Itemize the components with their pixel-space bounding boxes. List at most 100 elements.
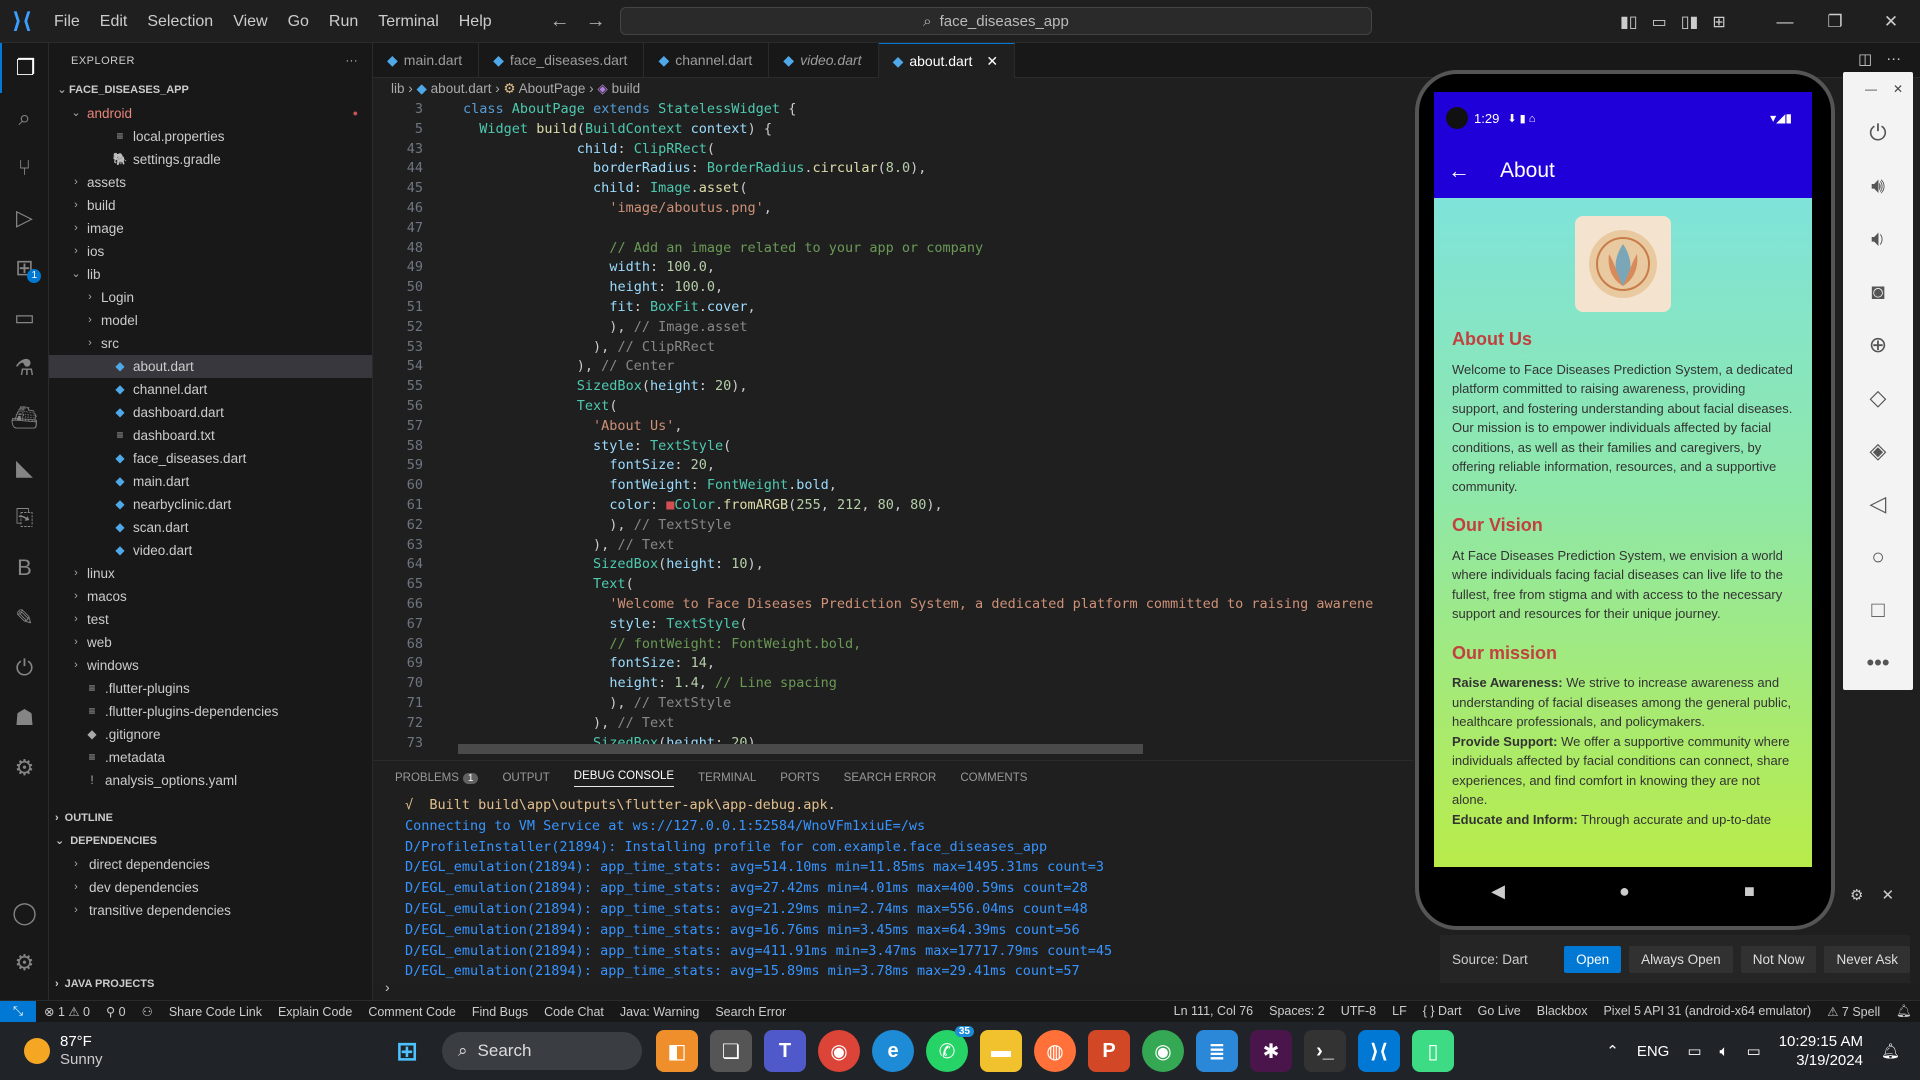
breadcrumb-lib[interactable]: lib [391, 81, 405, 96]
settings-gear-icon[interactable]: ⚙ [0, 938, 49, 988]
chat-icon[interactable]: ✎ [0, 593, 49, 643]
tree-item[interactable]: › model [49, 309, 372, 332]
emulator-screen[interactable]: 1:29 ⬇ ▮ ⌂ ▾◢▮ ← About About Us Welcome … [1434, 92, 1812, 867]
status-item[interactable]: Find Bugs [464, 1005, 536, 1019]
docker-icon[interactable]: ⛴ [0, 393, 49, 443]
status-item[interactable]: Comment Code [360, 1005, 464, 1019]
more-options-icon[interactable]: ••• [1843, 636, 1913, 689]
more-actions-icon[interactable]: ··· [346, 43, 359, 79]
breadcrumb-file[interactable]: about.dart [431, 81, 492, 96]
menu-item-terminal[interactable]: Terminal [368, 0, 448, 43]
tree-item[interactable]: ◆ dashboard.dart [49, 401, 372, 424]
powerpoint-icon[interactable]: P [1088, 1030, 1130, 1072]
tree-item[interactable]: › build [49, 194, 372, 217]
tree-item[interactable]: ◆ nearbyclinic.dart [49, 493, 372, 516]
status-item[interactable]: Go Live [1470, 1004, 1529, 1019]
notepad-icon[interactable]: ≣ [1196, 1030, 1238, 1072]
status-item[interactable]: Blackbox [1529, 1004, 1596, 1019]
console-input-prompt-icon[interactable]: › [385, 979, 390, 995]
volume-up-icon[interactable]: 🔊︎ [1843, 159, 1913, 212]
toggle-sidebar-icon[interactable]: ▮▯ [1620, 12, 1638, 32]
nav-back-icon[interactable]: ◀ [1491, 881, 1505, 902]
flutter-icon[interactable]: ◣ [0, 443, 49, 493]
emulator-close-icon[interactable]: ✕ [1893, 82, 1903, 96]
notifications-bell-icon[interactable]: 🔔︎ [1888, 1004, 1920, 1019]
breadcrumb-class[interactable]: AboutPage [519, 81, 586, 96]
dependencies-section[interactable]: ⌄ DEPENDENCIES [49, 830, 372, 853]
back-arrow-icon[interactable]: ← [1448, 158, 1470, 184]
forward-arrow-icon[interactable]: → [578, 10, 614, 33]
tree-item[interactable]: ◆ main.dart [49, 470, 372, 493]
taskbar-search[interactable]: ⌕ Search [442, 1032, 642, 1070]
panel-tab-ports[interactable]: PORTS [780, 772, 819, 784]
not-now-button[interactable]: Not Now [1740, 945, 1817, 973]
status-item[interactable]: Ln 111, Col 76 [1166, 1004, 1261, 1019]
tree-item[interactable]: ≡ .metadata [49, 746, 372, 769]
chrome-icon[interactable]: ◉ [818, 1030, 860, 1072]
status-item[interactable]: UTF-8 [1333, 1004, 1384, 1019]
extensions-icon[interactable]: ⊞ 1 [0, 243, 49, 293]
tab-video-dart[interactable]: ◆ video.dart [769, 43, 879, 78]
zoom-icon[interactable]: ⊕ [1843, 318, 1913, 371]
windows-start-icon[interactable]: ⊞ [386, 1030, 428, 1072]
tab-about-dart[interactable]: ◆ about.dart ✕ [878, 43, 1016, 78]
tree-item[interactable]: ! analysis_options.yaml [49, 769, 372, 792]
command-center[interactable]: ⌕ face_diseases_app [620, 7, 1372, 35]
open-button[interactable]: Open [1564, 945, 1622, 973]
menu-item-view[interactable]: View [223, 0, 277, 43]
tree-item[interactable]: › ios [49, 240, 372, 263]
tree-item[interactable]: ◆ face_diseases.dart [49, 447, 372, 470]
close-window-button[interactable]: ✕ [1866, 0, 1916, 43]
back-triangle-icon[interactable]: ◁ [1843, 477, 1913, 530]
explorer-icon[interactable]: ❐ [0, 43, 49, 93]
volume-icon[interactable]: 🔈︎ [1720, 1043, 1729, 1060]
problems-status[interactable]: ⊗ 1 ⚠ 0 [36, 1004, 98, 1019]
ports-status[interactable]: ⚲ 0 [98, 1004, 134, 1019]
camera-icon[interactable]: ◙ [1843, 265, 1913, 318]
emulator-minimize-icon[interactable]: — [1865, 82, 1877, 96]
tree-item[interactable]: 🐘 settings.gradle [49, 148, 372, 171]
toggle-secondary-sidebar-icon[interactable]: ▯▮ [1681, 12, 1699, 32]
office-icon[interactable]: ◧ [656, 1030, 698, 1072]
menu-item-help[interactable]: Help [449, 0, 502, 43]
status-item[interactable]: Code Chat [536, 1005, 612, 1019]
search-icon[interactable]: ⌕ [0, 93, 49, 143]
accounts-icon[interactable]: ⚇ [134, 1004, 161, 1019]
tab-face_diseases-dart[interactable]: ◆ face_diseases.dart [479, 43, 645, 78]
panel-tab-debug-console[interactable]: DEBUG CONSOLE [573, 770, 675, 787]
battery-icon[interactable]: ▭ [1747, 1042, 1761, 1060]
tab-channel-dart[interactable]: ◆ channel.dart [644, 43, 770, 78]
close-icon[interactable]: ✕ [1881, 886, 1894, 904]
tree-item[interactable]: › web [49, 631, 372, 654]
customize-layout-icon[interactable]: ⊞ [1712, 12, 1725, 32]
workspace-root[interactable]: ⌄ FACE_DISEASES_APP [49, 79, 372, 102]
tree-item[interactable]: › src [49, 332, 372, 355]
file-explorer-icon[interactable]: ▬ [980, 1030, 1022, 1072]
whatsapp-icon[interactable]: ✆ 35 [926, 1026, 974, 1072]
chrome-profile-icon[interactable]: ◉ [1142, 1030, 1184, 1072]
tree-item[interactable]: › linux [49, 562, 372, 585]
weather-widget[interactable]: 87°F Sunny [0, 1033, 300, 1069]
source-control-icon[interactable]: ⑂ [0, 143, 49, 193]
status-item[interactable]: Java: Warning [612, 1005, 707, 1019]
copilot-icon[interactable]: ⎘ [0, 493, 49, 543]
panel-tab-problems[interactable]: PROBLEMS 1 [395, 772, 479, 784]
never-ask-button[interactable]: Never Ask [1824, 945, 1910, 973]
tree-item[interactable]: ≡ .flutter-plugins [49, 677, 372, 700]
tree-item[interactable]: ◆ channel.dart [49, 378, 372, 401]
debug-console-output[interactable]: √ Built build\app\outputs\flutter-apk\ap… [373, 795, 1413, 982]
menu-item-selection[interactable]: Selection [137, 0, 223, 43]
run-debug-icon[interactable]: ▷ [0, 193, 49, 243]
android-icon[interactable]: ☗ [0, 693, 49, 743]
dependency-item[interactable]: › direct dependencies [49, 853, 372, 876]
breadcrumb-method[interactable]: build [612, 81, 641, 96]
status-item[interactable]: Spaces: 2 [1261, 1004, 1333, 1019]
rotate-right-icon[interactable]: ◈ [1843, 424, 1913, 477]
dependency-item[interactable]: › dev dependencies [49, 876, 372, 899]
firefox-icon[interactable]: ◍ [1034, 1030, 1076, 1072]
always-open-button[interactable]: Always Open [1629, 945, 1733, 973]
vscode-taskbar-icon[interactable]: ⟩⟨ [1358, 1030, 1400, 1072]
tab-main-dart[interactable]: ◆ main.dart [373, 43, 480, 78]
language-indicator[interactable]: ENG [1637, 1043, 1670, 1060]
tree-item[interactable]: ≡ .flutter-plugins-dependencies [49, 700, 372, 723]
